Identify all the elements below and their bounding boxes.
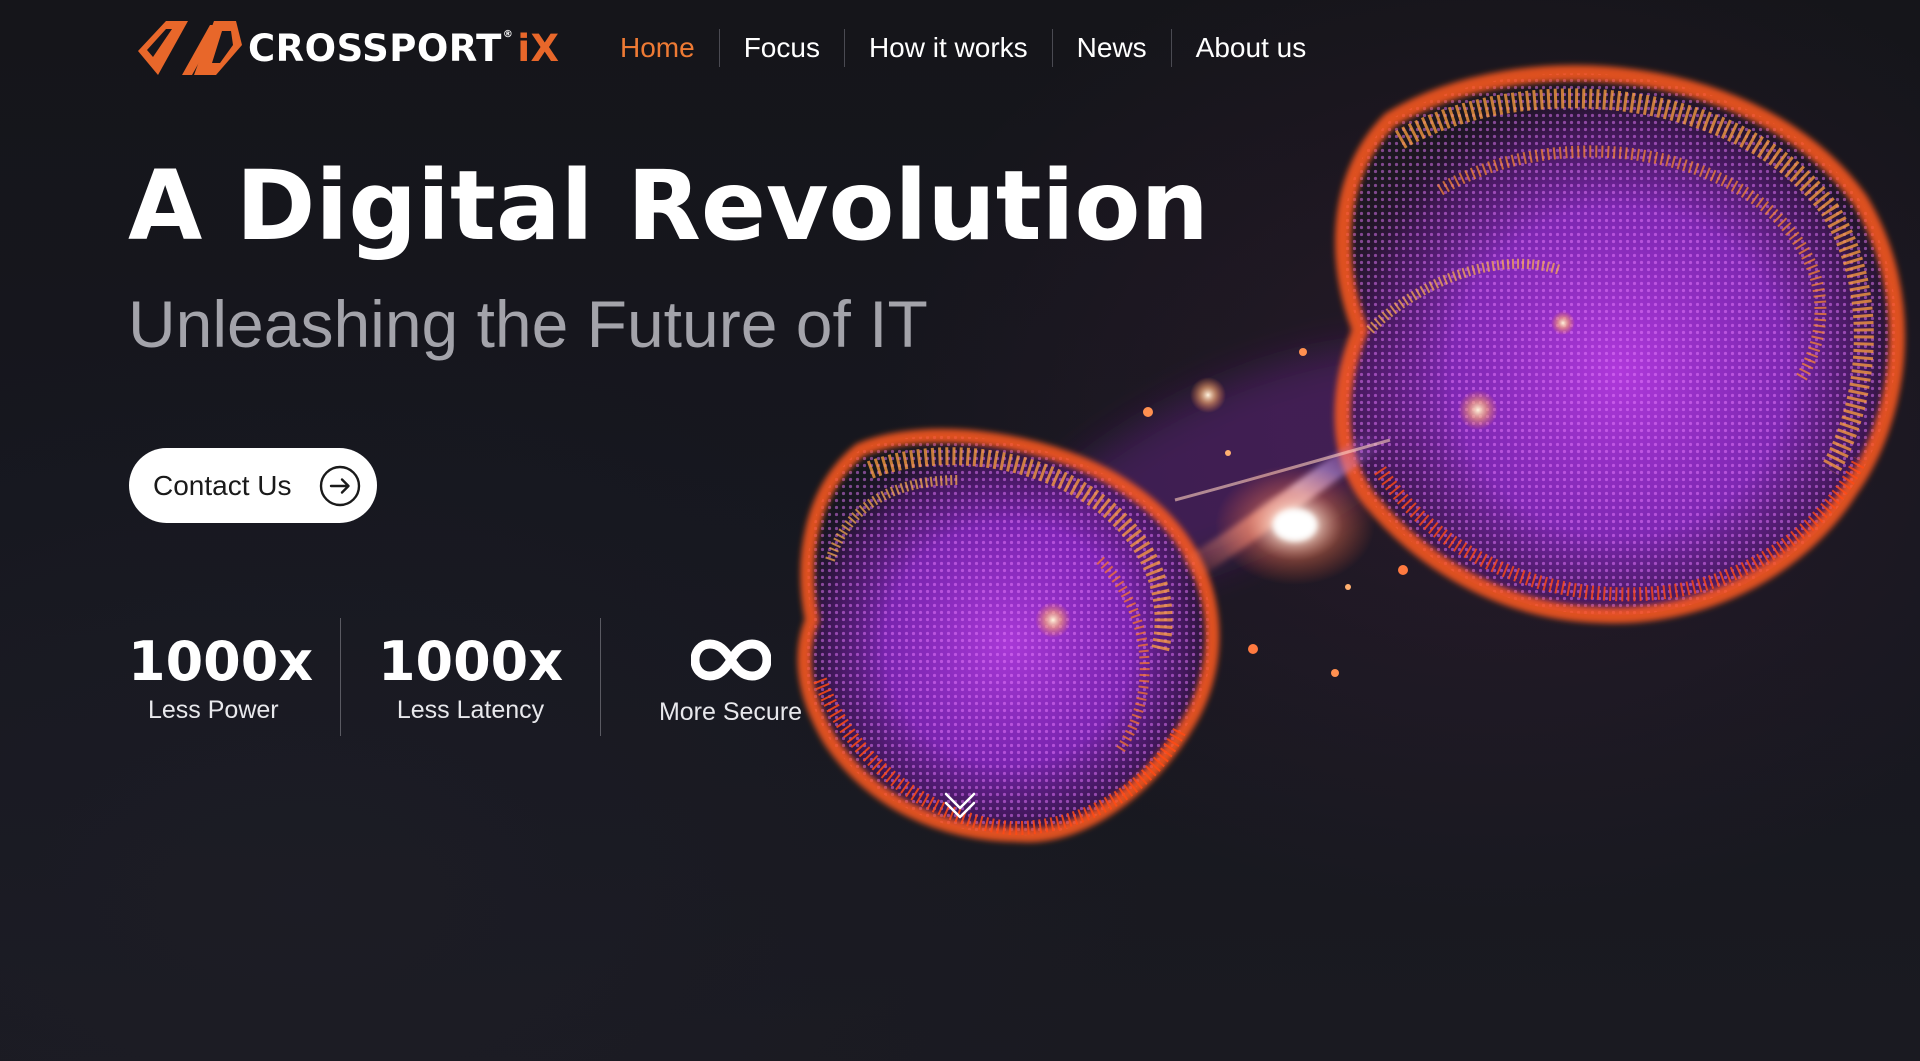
brand-name: CROSSPORT — [248, 26, 502, 70]
contact-us-button[interactable]: Contact Us — [129, 448, 377, 523]
page: CROSSPORT ® iX Home Focus How it works New… — [0, 0, 1920, 1061]
nav-item-news[interactable]: News — [1051, 29, 1171, 67]
right-sphere — [1334, 65, 1905, 624]
nav-item-about-us[interactable]: About us — [1170, 29, 1331, 67]
stat-less-power: 1000x Less Power — [128, 618, 340, 736]
stats-row: 1000x Less Power 1000x Less Latency More… — [128, 618, 860, 736]
double-chevron-down-icon[interactable] — [942, 786, 978, 822]
brand-wordmark: CROSSPORT ® iX — [248, 27, 560, 70]
nav-item-focus[interactable]: Focus — [718, 29, 844, 67]
hero-title: A Digital Revolution — [128, 150, 1209, 262]
infinity-icon — [690, 639, 771, 681]
site-header: CROSSPORT ® iX Home Focus How it works New… — [0, 0, 1920, 96]
hero-subtitle: Unleashing the Future of IT — [128, 287, 928, 361]
arrow-right-circle-icon — [319, 465, 361, 507]
nav-item-how-it-works[interactable]: How it works — [843, 29, 1052, 67]
left-sphere — [797, 428, 1220, 843]
nav-item-home[interactable]: Home — [596, 29, 719, 67]
brand-logo[interactable]: CROSSPORT ® iX — [136, 17, 560, 79]
stat-label: Less Power — [148, 696, 279, 724]
stat-more-secure: More Secure — [600, 618, 860, 736]
stat-less-latency: 1000x Less Latency — [340, 618, 600, 736]
contact-us-label: Contact Us — [153, 469, 292, 501]
stat-label: Less Latency — [396, 696, 545, 724]
stat-value: 1000x — [128, 630, 314, 693]
stat-label: More Secure — [658, 698, 803, 726]
stat-value: 1000x — [377, 630, 564, 693]
main-nav: Home Focus How it works News About us — [596, 28, 1330, 68]
registered-mark: ® — [502, 28, 514, 40]
crossport-logo-icon — [138, 21, 242, 75]
brand-suffix: iX — [517, 26, 560, 70]
